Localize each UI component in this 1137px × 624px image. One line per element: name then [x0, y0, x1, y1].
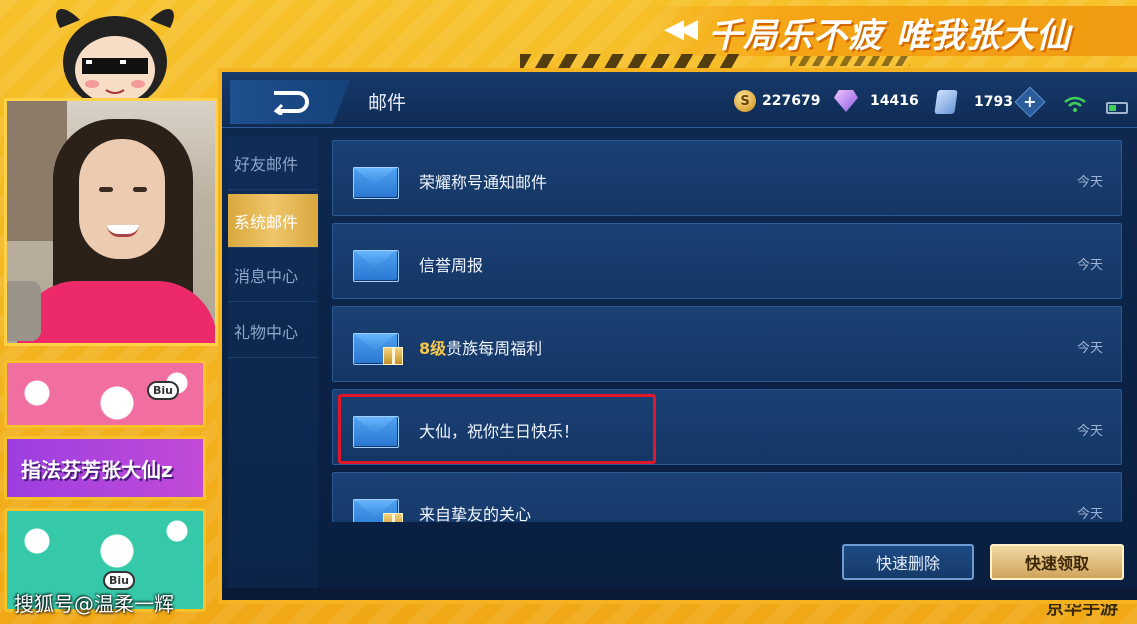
plus-icon: + — [1023, 92, 1037, 111]
sohu-watermark: 搜狐号@温柔一辉 — [14, 592, 174, 616]
rewind-arrows-icon: ◀◀ — [664, 14, 698, 44]
game-mail-window: 邮件 S 227679 14416 1793 + 好友邮件 系统邮件 消息中心 … — [218, 68, 1137, 604]
unicorn-sticker: Biu — [4, 360, 206, 428]
envelope-icon — [353, 167, 399, 199]
mascot-avatar-icon — [56, 8, 174, 108]
gift-icon — [383, 513, 403, 522]
mail-category-tabs: 好友邮件 系统邮件 消息中心 礼物中心 — [228, 136, 318, 596]
mail-date: 今天 — [1076, 341, 1103, 356]
back-button[interactable] — [230, 80, 350, 124]
quick-claim-button[interactable]: 快速领取 — [990, 544, 1124, 580]
diamond-amount: 14416 — [870, 93, 919, 109]
voucher-amount: 1793 — [974, 94, 1013, 110]
mail-list: 荣耀称号通知邮件 今天 信誉周报 今天 8级贵族每周福利 今天 大仙，祝你生日快… — [332, 140, 1122, 522]
red-highlight-box — [338, 394, 656, 464]
mail-title: 来自挚友的关心 — [419, 505, 532, 522]
voucher-counter: 1793 + — [934, 86, 1046, 118]
add-voucher-button[interactable]: + — [1014, 86, 1046, 118]
gold-amount: 227679 — [762, 93, 821, 109]
tab-gift-center[interactable]: 礼物中心 — [228, 304, 318, 358]
mail-title: 荣耀称号通知邮件 — [419, 173, 548, 192]
back-arrow-icon — [273, 91, 309, 115]
streamer-webcam — [4, 98, 218, 346]
diamond-counter: 14416 — [834, 90, 919, 112]
streamer-name-tag: 指法芬芳张大仙z — [4, 436, 206, 500]
diamond-icon — [834, 90, 858, 112]
mail-item[interactable]: 荣耀称号通知邮件 今天 — [332, 140, 1122, 216]
bottom-strip — [222, 588, 1137, 600]
gold-coin-icon: S — [734, 90, 756, 112]
sticker-bubble: Biu — [147, 381, 179, 400]
envelope-icon — [353, 250, 399, 282]
wifi-icon — [1064, 96, 1086, 112]
quick-delete-button[interactable]: 快速删除 — [842, 544, 974, 580]
noble-level: 8级 — [419, 339, 447, 358]
tab-message-center[interactable]: 消息中心 — [228, 248, 318, 302]
streamer-slogan: 千局乐不疲 唯我张大仙 — [708, 16, 1071, 56]
mail-item[interactable]: 来自挚友的关心 今天 — [332, 472, 1122, 522]
voucher-icon — [934, 90, 958, 114]
gift-icon — [383, 347, 403, 365]
mail-date: 今天 — [1076, 175, 1103, 190]
mail-date: 今天 — [1076, 507, 1103, 522]
mail-title: 8级贵族每周福利 — [419, 339, 543, 358]
mail-top-bar: 邮件 S 227679 14416 1793 + — [222, 72, 1137, 128]
decorative-stripes — [520, 54, 740, 68]
page-title: 邮件 — [368, 92, 407, 114]
mail-item[interactable]: 信誉周报 今天 — [332, 223, 1122, 299]
mail-title: 信誉周报 — [419, 256, 484, 275]
mail-date: 今天 — [1076, 258, 1103, 273]
decorative-stripes-small — [790, 56, 910, 66]
gold-counter: S 227679 — [734, 90, 820, 112]
tab-system-mail[interactable]: 系统邮件 — [228, 194, 318, 248]
mail-item[interactable]: 8级贵族每周福利 今天 — [332, 306, 1122, 382]
mail-date: 今天 — [1076, 424, 1103, 439]
tab-friend-mail[interactable]: 好友邮件 — [228, 136, 318, 190]
battery-icon — [1106, 102, 1128, 114]
